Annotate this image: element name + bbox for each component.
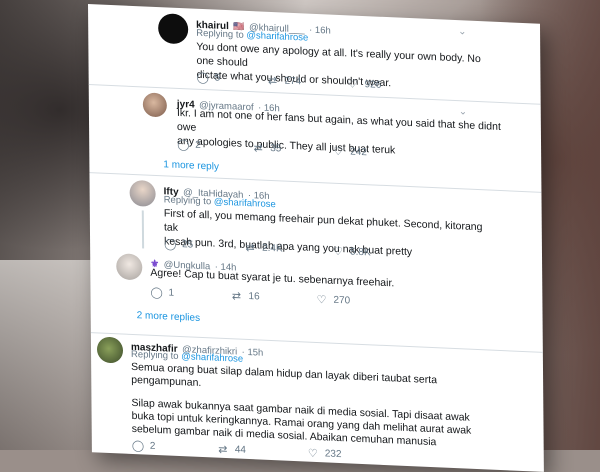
avatar[interactable] — [96, 336, 124, 364]
like-button[interactable]: ♡ 926 — [347, 77, 382, 92]
heart-icon: ♡ — [307, 447, 318, 461]
like-button[interactable]: ♡ 270 — [315, 293, 350, 308]
heart-icon: ♡ — [333, 245, 344, 259]
more-replies-link[interactable]: 1 more reply — [118, 454, 174, 467]
avatar[interactable] — [142, 92, 167, 118]
retweet-count: 44 — [234, 444, 247, 456]
tweet-text: Semua orang buat silap dalam hidup dan l… — [131, 361, 512, 453]
more-replies-link[interactable]: 2 more replies — [137, 310, 200, 324]
reply-count: 1 — [168, 287, 175, 299]
replying-label: Replying to — [163, 194, 212, 208]
timestamp[interactable]: · 16h — [309, 25, 331, 37]
speech-bubble-icon: ◯ — [177, 138, 190, 152]
retweet-icon: ⇄ — [245, 241, 255, 255]
tweet-maszhafir[interactable]: maszhafir @zhafirzhikri · 15h Replying t… — [91, 330, 543, 468]
reply-count: 2 — [195, 139, 201, 151]
retweet-button[interactable]: ⇄ 35 — [252, 141, 282, 155]
retweet-count: 2.4K — [262, 242, 283, 255]
avatar[interactable] — [116, 253, 143, 281]
speech-bubble-icon: ◯ — [196, 71, 209, 85]
chevron-down-icon[interactable]: ⌄ — [459, 106, 467, 117]
like-count: 5.8K — [350, 246, 371, 259]
retweet-icon: ⇄ — [231, 290, 242, 303]
thread-connector — [141, 210, 145, 249]
more-replies-link[interactable]: 1 more reply — [163, 159, 219, 172]
retweet-count: 274 — [284, 75, 302, 88]
like-button[interactable]: ♡ 232 — [307, 447, 342, 462]
avatar[interactable] — [158, 13, 189, 45]
retweet-icon: ⇄ — [253, 142, 263, 155]
like-button[interactable]: ♡ 242 — [332, 145, 367, 160]
reply-button[interactable]: ◯ 1 — [150, 286, 174, 300]
like-count: 232 — [324, 448, 342, 461]
reply-count: 5 — [214, 72, 221, 84]
like-button[interactable]: ♡ 5.8K — [332, 245, 371, 260]
tweet-text: Agree! Cap tu buat syarat je tu. sebenar… — [150, 266, 480, 294]
reply-count: 25 — [182, 239, 194, 251]
divider — [89, 172, 542, 193]
retweet-icon: ⇄ — [218, 443, 228, 457]
speech-bubble-icon: ◯ — [131, 439, 145, 453]
retweet-count: 35 — [270, 142, 282, 155]
tweet-text: You dont owe any apology at all. It's re… — [196, 40, 486, 95]
chevron-down-icon[interactable]: ⌄ — [458, 26, 466, 37]
reply-button[interactable]: ◯ 5 — [197, 71, 221, 85]
tweet-text-line: Agree! Cap tu buat syarat je tu. sebenar… — [150, 266, 395, 290]
speech-bubble-icon: ◯ — [164, 238, 177, 251]
tweet-text: First of all, you memang freehair pun de… — [164, 206, 494, 262]
retweet-icon: ⇄ — [267, 74, 278, 88]
reply-button[interactable]: ◯ 25 — [164, 237, 193, 251]
retweet-button[interactable]: ⇄ 16 — [230, 289, 260, 303]
speech-bubble-icon: ◯ — [150, 286, 163, 300]
heart-icon: ♡ — [316, 293, 327, 307]
reply-button[interactable]: ◯ 2 — [177, 138, 201, 152]
retweet-count: 16 — [248, 291, 260, 303]
replying-label: Replying to — [130, 348, 179, 362]
like-count: 926 — [364, 79, 382, 91]
tweet-thread-card: khairul 🇺🇸 @khairull___ · 16h ⌄ Replying… — [88, 4, 544, 472]
avatar[interactable] — [129, 179, 156, 207]
heart-icon: ♡ — [333, 145, 344, 159]
like-count: 242 — [350, 146, 367, 159]
retweet-button[interactable]: ⇄ 274 — [267, 74, 302, 89]
reply-button[interactable]: ◯ 2 — [132, 439, 156, 453]
replying-label: Replying to — [196, 27, 244, 41]
reply-count: 2 — [149, 440, 156, 452]
like-count: 270 — [333, 294, 351, 307]
timestamp[interactable]: · 15h — [242, 347, 264, 359]
heart-icon: ♡ — [347, 78, 358, 91]
retweet-button[interactable]: ⇄ 2.4K — [244, 241, 283, 256]
